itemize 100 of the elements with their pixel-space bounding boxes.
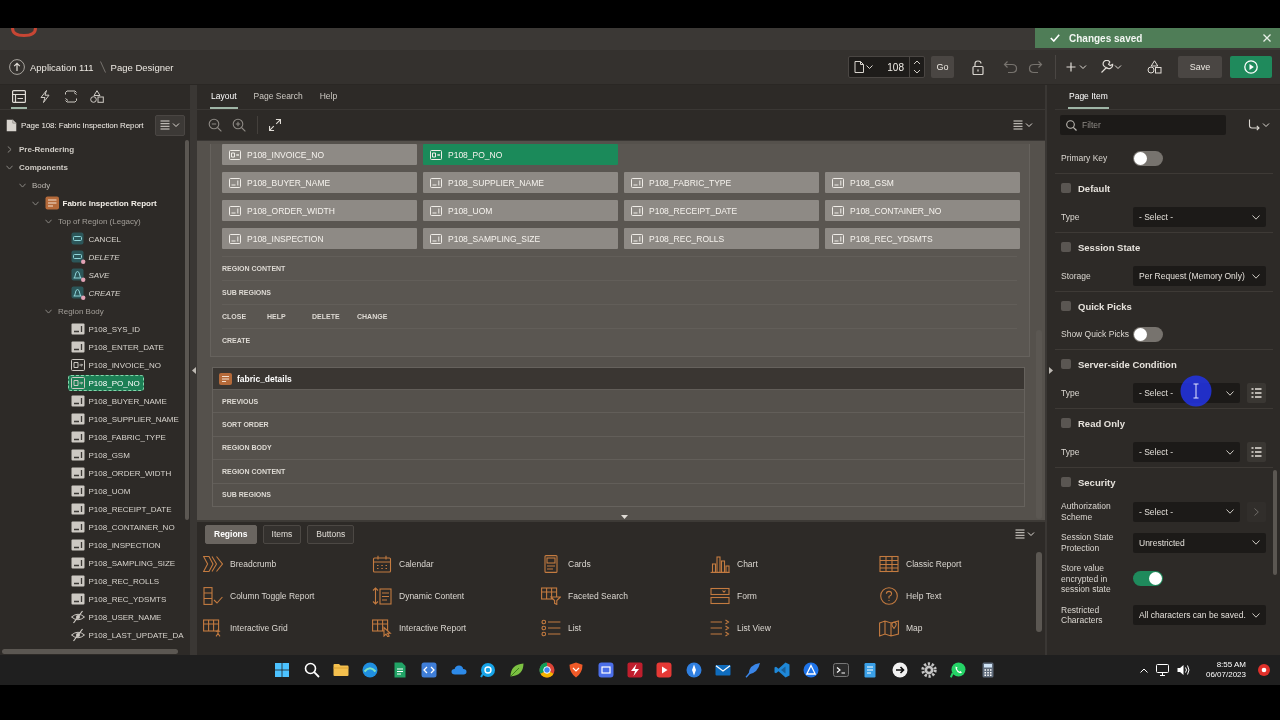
- tree-item[interactable]: SAVE: [68, 267, 114, 283]
- gallery-item[interactable]: Cards: [541, 548, 710, 580]
- gallery-item[interactable]: Column Toggle Report: [203, 580, 372, 612]
- pane-tab[interactable]: Page Item: [1068, 85, 1109, 109]
- pane-tab[interactable]: Help: [318, 85, 339, 109]
- arc-circle-icon[interactable]: [362, 662, 379, 678]
- select-field[interactable]: Unrestricted: [1133, 532, 1266, 553]
- play-tile-icon[interactable]: [656, 662, 673, 678]
- gallery-item[interactable]: Interactive Grid: [203, 612, 372, 644]
- gallery-item[interactable]: List: [541, 612, 710, 644]
- tree-item[interactable]: P108_LAST_UPDATE_DA: [68, 627, 185, 643]
- gallery-tab[interactable]: Items: [262, 524, 302, 544]
- tree-item[interactable]: P108_UOM: [68, 483, 135, 499]
- up-arrow-circle-icon[interactable]: [9, 59, 25, 75]
- toggle-switch[interactable]: [1133, 571, 1163, 587]
- gallery-item[interactable]: Help Text: [879, 580, 1036, 612]
- spinner-arrows-icon[interactable]: [913, 60, 921, 74]
- breadcrumb-link[interactable]: Application 111: [30, 61, 94, 73]
- list-button[interactable]: [1247, 383, 1266, 403]
- arrow-circle-icon[interactable]: [891, 662, 908, 678]
- menu-caret-icon[interactable]: [1015, 529, 1035, 539]
- tree-item[interactable]: Pre-Rendering: [16, 141, 79, 157]
- gallery-item[interactable]: Form: [710, 580, 879, 612]
- ring-icon[interactable]: [538, 662, 555, 678]
- monitor-icon[interactable]: [1155, 664, 1169, 676]
- gallery-item[interactable]: List View: [710, 612, 879, 644]
- tree-item[interactable]: P108_USER_NAME: [68, 609, 166, 625]
- filter-field[interactable]: Filter: [1060, 115, 1226, 135]
- select-field[interactable]: - Select -: [1133, 442, 1240, 462]
- shapes-icon[interactable]: [1147, 60, 1162, 74]
- chat-bubble-icon[interactable]: [480, 662, 497, 678]
- tree-item[interactable]: P108_FABRIC_TYPE: [68, 429, 170, 445]
- pane-tab[interactable]: Page Search: [252, 85, 304, 109]
- tree-item[interactable]: P108_REC_YDSMTS: [68, 591, 171, 607]
- chevron-down-icon[interactable]: [6, 163, 13, 171]
- region-header[interactable]: fabric_details: [213, 368, 1024, 389]
- scrollbar-thumb[interactable]: [1036, 552, 1042, 632]
- tree-item[interactable]: Body: [29, 177, 55, 193]
- chevron-down-icon[interactable]: [45, 217, 52, 225]
- chevron-down-icon[interactable]: [32, 199, 39, 207]
- toggle-switch[interactable]: [1133, 327, 1163, 342]
- gallery-item[interactable]: Map: [879, 612, 1036, 644]
- zoom-out-icon[interactable]: [208, 118, 222, 132]
- select-field[interactable]: All characters can be saved.: [1133, 605, 1266, 625]
- gallery-item[interactable]: Chart: [710, 548, 879, 580]
- phone-bubble-icon[interactable]: [950, 662, 967, 678]
- undo-icon[interactable]: [1003, 60, 1018, 74]
- tree-item[interactable]: P108_BUYER_NAME: [68, 393, 171, 409]
- gallery-item[interactable]: Classic Report: [879, 548, 1036, 580]
- window-tile-icon[interactable]: [597, 662, 614, 678]
- four-squares-icon[interactable]: [274, 662, 291, 678]
- search-icon[interactable]: [303, 662, 320, 678]
- tree-item[interactable]: P108_REC_ROLLS: [68, 573, 164, 589]
- gallery-item[interactable]: Calendar: [372, 548, 541, 580]
- chevrons-tile-icon[interactable]: [421, 662, 438, 678]
- compass-icon[interactable]: [685, 662, 702, 678]
- tree-item[interactable]: P108_SAMPLING_SIZE: [68, 555, 180, 571]
- pane-tab[interactable]: Layout: [210, 85, 238, 109]
- triangle-down-icon[interactable]: [621, 515, 628, 519]
- scrollbar-thumb[interactable]: [1273, 470, 1277, 575]
- chevron-right-icon[interactable]: [6, 145, 13, 153]
- gallery-tab[interactable]: Regions: [205, 524, 257, 544]
- tree-item[interactable]: Components: [16, 159, 72, 175]
- select-field[interactable]: Per Request (Memory Only): [1133, 266, 1266, 286]
- menu-button[interactable]: [155, 114, 185, 136]
- tree-item[interactable]: P108_RECEIPT_DATE: [68, 501, 176, 517]
- tree-item[interactable]: Region Body: [55, 303, 108, 319]
- padlock-icon[interactable]: [971, 59, 985, 75]
- gallery-tab[interactable]: Buttons: [307, 524, 355, 544]
- close-icon[interactable]: [1263, 34, 1271, 42]
- menu-caret-icon[interactable]: [1013, 120, 1033, 130]
- scrollbar-thumb[interactable]: [185, 140, 189, 520]
- go-button[interactable]: Go: [931, 56, 954, 78]
- tree-item[interactable]: P108_INSPECTION: [68, 537, 165, 553]
- triangle-right-icon[interactable]: [1049, 366, 1053, 374]
- gallery-item[interactable]: Dynamic Content: [372, 580, 541, 612]
- terminal-icon[interactable]: [832, 662, 849, 678]
- breadcrumb-link[interactable]: Page Designer: [110, 61, 174, 73]
- leaf-icon[interactable]: [509, 662, 526, 678]
- gallery-item[interactable]: Breadcrumb: [203, 548, 372, 580]
- gallery-item[interactable]: Interactive Report: [372, 612, 541, 644]
- plus-caret-icon[interactable]: [1066, 62, 1088, 72]
- taskbar-time[interactable]: 8:55 AM: [1216, 660, 1246, 670]
- expand-icon[interactable]: [269, 119, 281, 131]
- chevron-down-icon[interactable]: [19, 181, 26, 189]
- chevron-down-icon[interactable]: [45, 307, 52, 315]
- tree-item[interactable]: CANCEL: [68, 231, 125, 247]
- code-ribbon-icon[interactable]: [773, 662, 790, 678]
- arc-logo-icon[interactable]: [11, 28, 37, 37]
- triangle-circle-icon[interactable]: [803, 662, 820, 678]
- triangle-left-icon[interactable]: [191, 366, 196, 374]
- page-caret-icon[interactable]: [854, 61, 873, 73]
- scrollbar-thumb[interactable]: [1036, 330, 1042, 519]
- tree-item[interactable]: P108_GSM: [68, 447, 134, 463]
- speaker-icon[interactable]: [1176, 664, 1190, 676]
- settings-icon[interactable]: [920, 662, 937, 678]
- select-field[interactable]: - Select -: [1133, 207, 1266, 227]
- redo-icon[interactable]: [1028, 60, 1043, 74]
- mail-icon[interactable]: [715, 662, 732, 678]
- tree-item[interactable]: CREATE: [68, 285, 125, 301]
